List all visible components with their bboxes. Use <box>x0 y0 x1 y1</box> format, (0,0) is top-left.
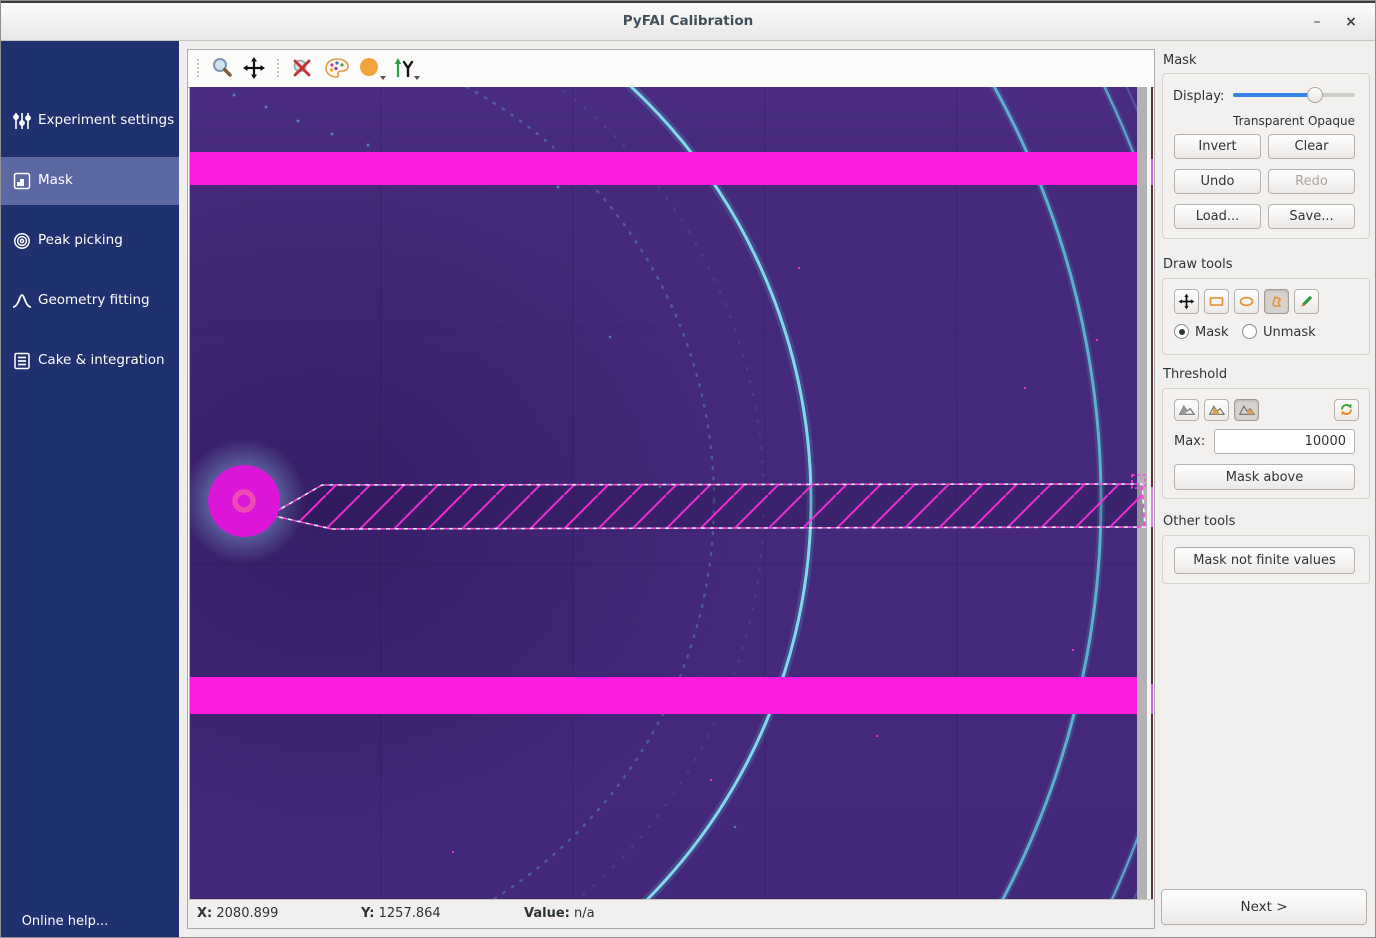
redo-button[interactable]: Redo <box>1268 169 1355 194</box>
close-button[interactable]: × <box>1339 11 1363 35</box>
invert-button[interactable]: Invert <box>1174 134 1261 159</box>
mask-band-bottom <box>190 677 1137 714</box>
sidebar-item-experiment-settings[interactable]: Experiment settings <box>1 97 179 145</box>
unmask-radio-label: Unmask <box>1263 325 1316 340</box>
transparent-label: Transparent <box>1233 114 1304 128</box>
sidebar-item-geometry-fitting[interactable]: Geometry fitting <box>1 277 179 325</box>
undo-button[interactable]: Undo <box>1174 169 1261 194</box>
target-icon <box>12 231 32 251</box>
plot-statusbar: X: 2080.899 Y: 1257.864 Value: n/a <box>188 899 1154 928</box>
load-button[interactable]: Load... <box>1174 204 1261 229</box>
plot-canvas[interactable] <box>189 87 1153 901</box>
mask-edge-echo <box>1151 487 1153 527</box>
sidebar-item-label: Mask <box>38 172 73 188</box>
detector-seam <box>380 87 382 901</box>
y-value: 1257.864 <box>379 906 441 921</box>
mask-edge-echo <box>1151 159 1153 185</box>
cursor-value-readout: Value: n/a <box>524 906 595 921</box>
mask-radio[interactable]: Mask <box>1174 321 1228 340</box>
detector-seam <box>764 87 766 901</box>
sliders-icon <box>12 111 32 131</box>
pyfai-calibration-window: PyFAI Calibration – × Experiment setting… <box>0 0 1376 938</box>
window-title: PyFAI Calibration <box>1 13 1375 29</box>
slider-fill <box>1233 93 1315 97</box>
mask-not-finite-button[interactable]: Mask not finite values <box>1174 547 1355 574</box>
detector-seam <box>956 87 958 901</box>
mask-edge-echo <box>1151 684 1153 714</box>
x-label: X: <box>197 906 212 921</box>
slider-handle[interactable] <box>1307 87 1323 103</box>
polygon-tool-button[interactable] <box>1264 289 1289 314</box>
plot-toolbar <box>188 50 1154 88</box>
draw-tools-section-title: Draw tools <box>1163 257 1232 272</box>
unmask-radio[interactable]: Unmask <box>1242 321 1316 340</box>
mask-band-top <box>190 152 1137 185</box>
sidebar-item-mask[interactable]: Mask <box>1 157 179 205</box>
toolbar-grip[interactable] <box>276 58 281 78</box>
minimize-button[interactable]: – <box>1305 11 1329 35</box>
zoom-tool-icon[interactable] <box>210 56 234 80</box>
threshold-groupbox: Max: Mask above <box>1162 388 1370 499</box>
mask-opacity-slider[interactable] <box>1233 86 1355 104</box>
cursor-x-readout: X: 2080.899 <box>197 906 278 921</box>
colormap-palette-icon[interactable] <box>324 56 348 80</box>
plot-widget: X: 2080.899 Y: 1257.864 Value: n/a <box>187 49 1155 929</box>
ellipse-tool-button[interactable] <box>1234 289 1259 314</box>
mask-icon <box>12 171 32 191</box>
radio-dot[interactable] <box>1242 324 1257 339</box>
save-button[interactable]: Save... <box>1268 204 1355 229</box>
pan-tool-icon[interactable] <box>242 56 266 80</box>
rectangle-tool-button[interactable] <box>1204 289 1229 314</box>
sidebar-item-label: Experiment settings <box>38 112 174 128</box>
cake-integration-icon <box>12 351 32 371</box>
x-value: 2080.899 <box>216 906 278 921</box>
other-tools-section-title: Other tools <box>1163 514 1235 529</box>
dropdown-caret[interactable] <box>380 76 386 80</box>
sidebar-item-peak-picking[interactable]: Peak picking <box>1 217 179 265</box>
value-value: n/a <box>574 906 595 921</box>
color-dot-icon[interactable] <box>358 56 382 80</box>
detector-seam <box>190 327 1137 329</box>
max-threshold-input[interactable] <box>1214 429 1355 454</box>
zoom-reset-icon[interactable] <box>290 56 314 80</box>
display-label: Display: <box>1173 89 1224 104</box>
mask-radio-label: Mask <box>1195 325 1228 340</box>
sidebar: Experiment settings Mask Peak picking <box>1 41 179 937</box>
mask-groupbox: Display: Transparent Opaque Invert Clear… <box>1162 73 1370 239</box>
sidebar-item-label: Geometry fitting <box>38 292 150 308</box>
mask-section-title: Mask <box>1163 53 1196 68</box>
mask-above-button[interactable]: Mask above <box>1174 464 1355 490</box>
detector-seam <box>572 87 574 901</box>
max-label: Max: <box>1174 434 1205 449</box>
y-axis-orientation-icon[interactable] <box>390 56 414 80</box>
pan-draw-tool-button[interactable] <box>1174 289 1199 314</box>
mask-below-histogram-button[interactable] <box>1174 399 1199 421</box>
sidebar-item-label: Cake & integration <box>38 352 165 368</box>
pencil-tool-button[interactable] <box>1294 289 1319 314</box>
refresh-icon[interactable] <box>1334 399 1359 421</box>
opaque-label: Opaque <box>1308 114 1355 128</box>
mask-above-histogram-button[interactable] <box>1234 399 1259 421</box>
other-tools-groupbox: Mask not finite values <box>1162 535 1370 584</box>
clear-button[interactable]: Clear <box>1268 134 1355 159</box>
radio-dot[interactable] <box>1174 324 1189 339</box>
dropdown-caret[interactable] <box>414 76 420 80</box>
sidebar-item-cake-integration[interactable]: Cake & integration <box>1 337 179 385</box>
mask-side-panel: Mask Display: Transparent Opaque Invert … <box>1156 41 1376 937</box>
detector-seam <box>190 563 1137 565</box>
diffraction-image[interactable] <box>190 87 1137 901</box>
peak-curve-icon <box>12 291 32 311</box>
diffraction-rings <box>190 87 1137 901</box>
mask-between-histogram-button[interactable] <box>1204 399 1229 421</box>
threshold-section-title: Threshold <box>1163 367 1227 382</box>
draw-tools-groupbox: Mask Unmask <box>1162 278 1370 355</box>
toolbar-grip[interactable] <box>196 58 201 78</box>
titlebar: PyFAI Calibration – × <box>1 1 1375 41</box>
sidebar-item-label: Peak picking <box>38 232 123 248</box>
next-button[interactable]: Next > <box>1161 889 1367 925</box>
value-label: Value: <box>524 906 570 921</box>
cursor-y-readout: Y: 1257.864 <box>361 906 441 921</box>
online-help-link[interactable]: Online help... <box>1 914 129 929</box>
y-label: Y: <box>361 906 374 921</box>
